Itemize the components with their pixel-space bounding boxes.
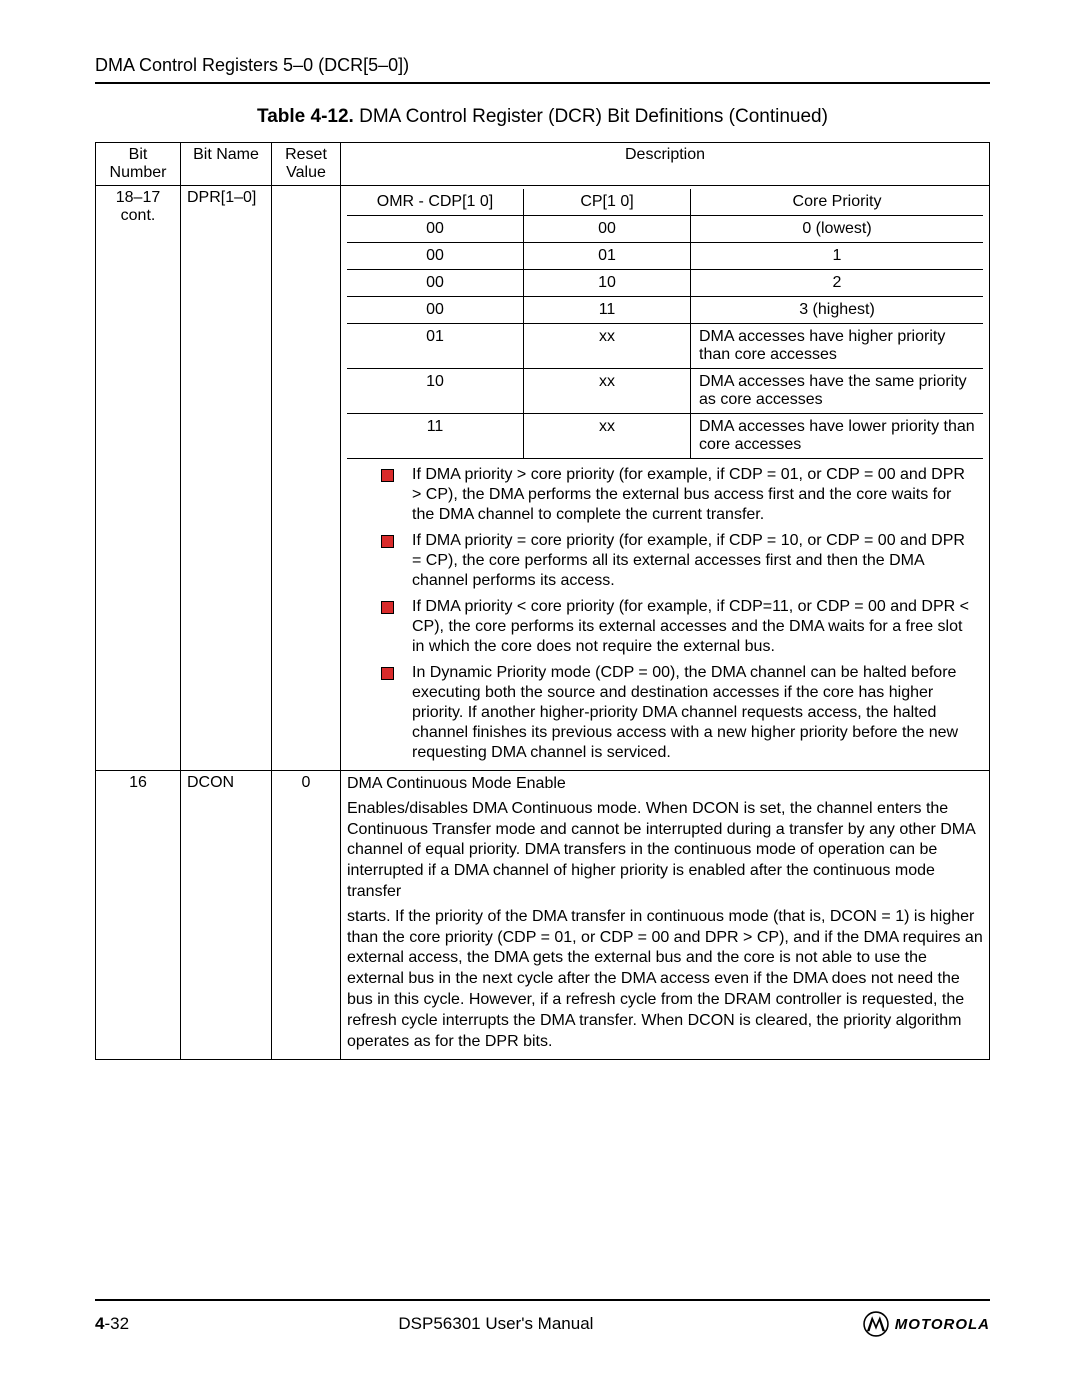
- document-page: DMA Control Registers 5–0 (DCR[5–0]) Tab…: [0, 0, 1080, 1397]
- caption-title: DMA Control Register (DCR) Bit Definitio…: [354, 106, 828, 127]
- desc-paragraph: Enables/disables DMA Continuous mode. Wh…: [347, 799, 983, 903]
- list-item: If DMA priority = core priority (for exa…: [353, 531, 977, 591]
- cell-bit-number: 18–17 cont.: [96, 186, 181, 771]
- footer-rule: [95, 1299, 990, 1301]
- col-reset-value: Reset Value: [272, 143, 341, 186]
- bullet-icon: [381, 469, 394, 482]
- cell-reset-value: 0: [272, 771, 341, 1060]
- page-footer: 4-32 DSP56301 User's Manual MOTOROLA: [95, 1299, 990, 1337]
- bullet-icon: [381, 601, 394, 614]
- cell-bit-name: DCON: [181, 771, 272, 1060]
- bullet-icon: [381, 667, 394, 680]
- table-caption: Table 4-12. DMA Control Register (DCR) B…: [95, 106, 990, 128]
- page-number: 4-32: [95, 1314, 129, 1334]
- subtable-row: 00 10 2: [347, 270, 983, 297]
- list-item: If DMA priority < core priority (for exa…: [353, 597, 977, 657]
- col-bit-number: Bit Number: [96, 143, 181, 186]
- bullet-icon: [381, 535, 394, 548]
- subtable-row: 01 xx DMA accesses have higher priority …: [347, 324, 983, 369]
- subcol-omr-cdp: OMR - CDP[1 0]: [347, 189, 524, 216]
- subtable-row: 00 01 1: [347, 243, 983, 270]
- desc-paragraph: starts. If the priority of the DMA trans…: [347, 907, 983, 1053]
- subcol-cp: CP[1 0]: [524, 189, 691, 216]
- subtable-row: 10 xx DMA accesses have the same priorit…: [347, 369, 983, 414]
- priority-subtable: OMR - CDP[1 0] CP[1 0] Core Priority 00 …: [347, 189, 983, 458]
- list-item: In Dynamic Priority mode (CDP = 00), the…: [353, 663, 977, 763]
- cell-bit-name: DPR[1–0]: [181, 186, 272, 771]
- subtable-row: 00 11 3 (highest): [347, 297, 983, 324]
- caption-label: Table 4-12.: [257, 106, 354, 127]
- subcol-core-priority: Core Priority: [691, 189, 984, 216]
- section-title: DMA Control Registers 5–0 (DCR[5–0]): [95, 55, 409, 75]
- page-header: DMA Control Registers 5–0 (DCR[5–0]): [95, 55, 990, 84]
- cell-bit-number: 16: [96, 771, 181, 1060]
- definitions-table: Bit Number Bit Name Reset Value Descript…: [95, 142, 990, 1060]
- list-item: If DMA priority > core priority (for exa…: [353, 465, 977, 525]
- table-row: 16 DCON 0 DMA Continuous Mode Enable Ena…: [96, 771, 990, 1060]
- brand-text: MOTOROLA: [895, 1316, 990, 1333]
- col-bit-name: Bit Name: [181, 143, 272, 186]
- desc-title: DMA Continuous Mode Enable: [347, 774, 983, 795]
- col-description: Description: [341, 143, 990, 186]
- table-header-row: Bit Number Bit Name Reset Value Descript…: [96, 143, 990, 186]
- brand-mark: MOTOROLA: [863, 1311, 990, 1337]
- cell-description: OMR - CDP[1 0] CP[1 0] Core Priority 00 …: [341, 186, 990, 771]
- cell-reset-value: [272, 186, 341, 771]
- subtable-row: 11 xx DMA accesses have lower priority t…: [347, 414, 983, 459]
- bullet-list: If DMA priority > core priority (for exa…: [347, 458, 983, 767]
- manual-title: DSP56301 User's Manual: [398, 1314, 593, 1334]
- subtable-header-row: OMR - CDP[1 0] CP[1 0] Core Priority: [347, 189, 983, 216]
- cell-description: DMA Continuous Mode Enable Enables/disab…: [341, 771, 990, 1060]
- motorola-logo-icon: [863, 1311, 889, 1337]
- table-row: 18–17 cont. DPR[1–0] OMR - CDP[1 0] CP[1…: [96, 186, 990, 771]
- subtable-row: 00 00 0 (lowest): [347, 216, 983, 243]
